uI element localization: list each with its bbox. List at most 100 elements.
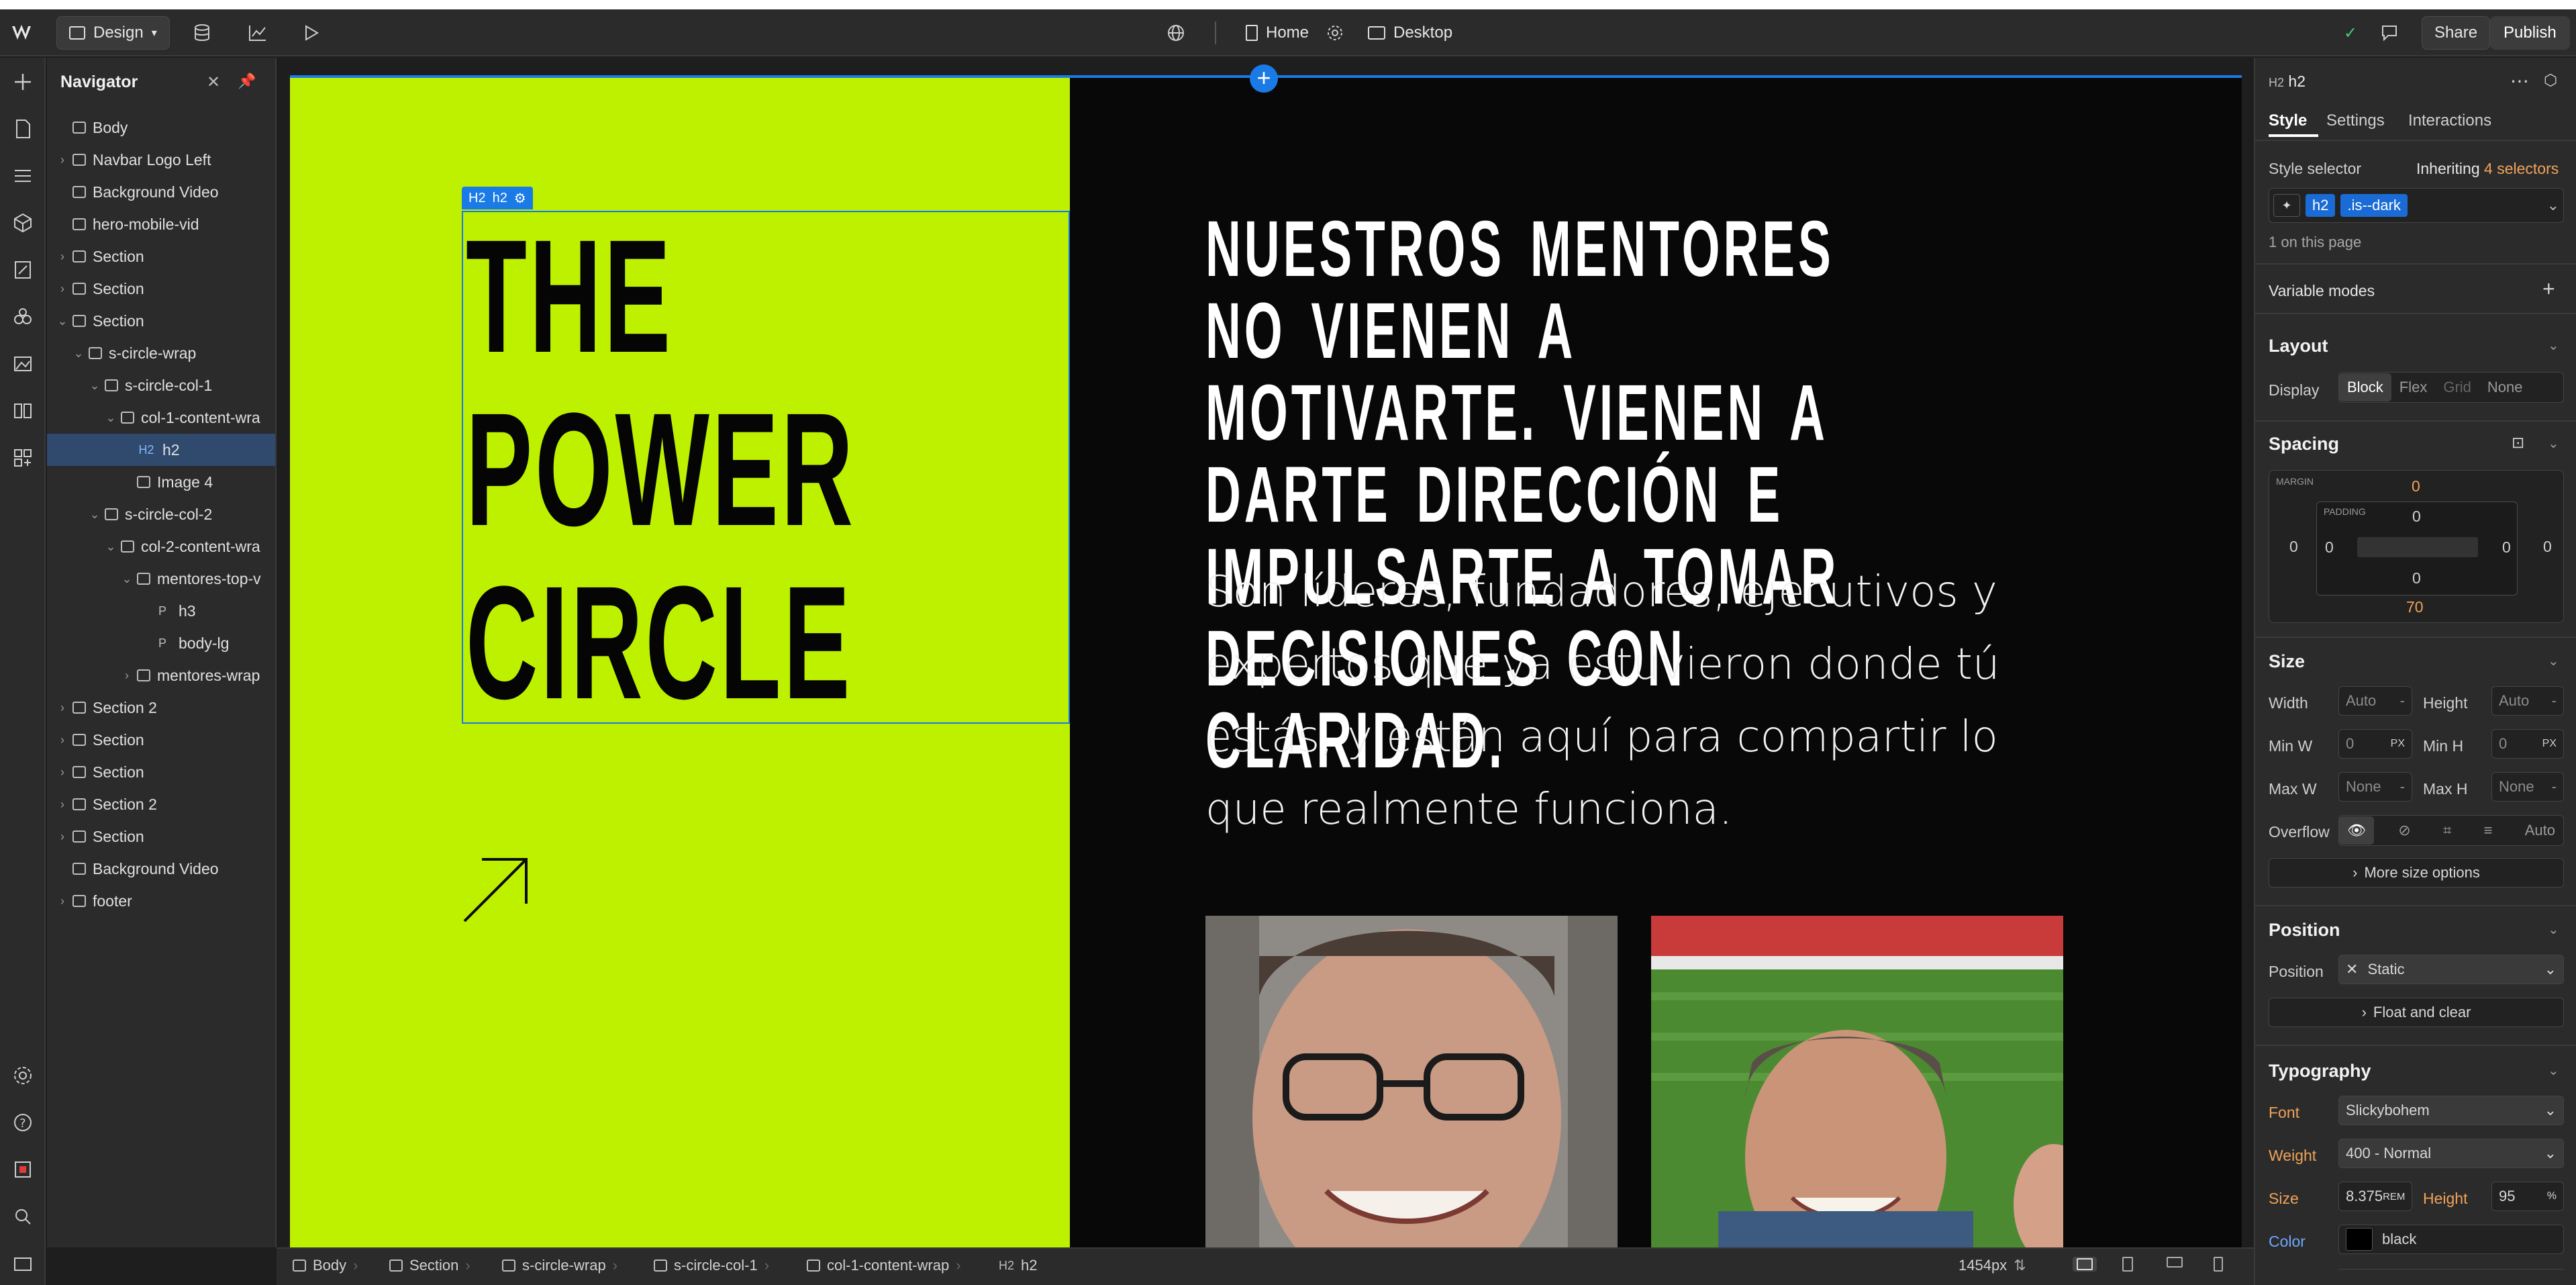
overflow-scroll-icon[interactable]: ≡ bbox=[2476, 822, 2501, 839]
height-input[interactable]: Auto - bbox=[2491, 686, 2564, 716]
tab-settings[interactable]: Settings bbox=[2326, 111, 2385, 130]
padding-left-value[interactable]: 0 bbox=[2325, 538, 2334, 557]
hero-title[interactable]: THE POWER CIRCLE bbox=[466, 209, 853, 729]
breadcrumb-h2[interactable]: H2 h2 bbox=[999, 1257, 1038, 1274]
max-height-input[interactable]: None - bbox=[2491, 772, 2564, 802]
nav-item-footer[interactable]: › footer bbox=[47, 885, 275, 917]
color-input[interactable]: black bbox=[2338, 1225, 2564, 1254]
margin-top-value[interactable]: 0 bbox=[2412, 477, 2420, 495]
nav-item-h3[interactable]: Ph3 bbox=[47, 595, 275, 627]
line-height-input[interactable]: 95% bbox=[2491, 1182, 2564, 1211]
comments-icon[interactable] bbox=[2380, 16, 2399, 50]
nav-item-section[interactable]: › Section bbox=[47, 724, 275, 756]
style-guide-icon[interactable] bbox=[12, 259, 34, 281]
nav-item-body-lg[interactable]: Pbody-lg bbox=[47, 627, 275, 659]
page-settings-gear-icon[interactable] bbox=[1326, 16, 1344, 50]
tablet-breakpoint-icon[interactable] bbox=[2122, 1257, 2133, 1272]
mobile-portrait-breakpoint-icon[interactable] bbox=[2214, 1257, 2223, 1272]
components-icon[interactable] bbox=[12, 212, 34, 234]
overflow-hidden-icon[interactable]: ⊘ bbox=[2390, 822, 2418, 839]
margin-bottom-value[interactable]: 70 bbox=[2406, 598, 2424, 616]
video-tutorials-icon[interactable] bbox=[12, 1253, 34, 1274]
record-icon[interactable] bbox=[12, 1159, 34, 1180]
canvas-width-readout[interactable]: 1454px ⇅ bbox=[1959, 1257, 2026, 1274]
mentor-photo-2[interactable] bbox=[1651, 916, 2063, 1247]
selector-state-icon[interactable]: ✦ bbox=[2273, 194, 2300, 217]
page-selector[interactable]: Home bbox=[1246, 16, 1309, 50]
nav-item-section-2[interactable]: › Section 2 bbox=[47, 788, 275, 820]
more-options-icon[interactable]: ⋯ bbox=[2510, 70, 2529, 92]
analytics-icon[interactable] bbox=[248, 16, 267, 50]
nav-item-section-2[interactable]: › Section 2 bbox=[47, 692, 275, 724]
navigator-icon[interactable] bbox=[12, 165, 34, 187]
nav-item-section[interactable]: › Section bbox=[47, 273, 275, 305]
help-icon[interactable]: ? bbox=[12, 1112, 34, 1133]
mentors-body-text[interactable]: Son líderes, fundadores, ejecutivos y ex… bbox=[1205, 556, 2078, 846]
breadcrumb-body[interactable]: Body › bbox=[293, 1257, 358, 1274]
component-icon[interactable]: ⬡ bbox=[2544, 71, 2557, 89]
desktop-breakpoint-icon[interactable] bbox=[2073, 1257, 2097, 1272]
cms-icon[interactable] bbox=[12, 400, 34, 422]
chevron-down-icon[interactable]: ⌄ bbox=[2547, 197, 2559, 214]
navigator-pin-icon[interactable]: 📌 bbox=[238, 73, 256, 90]
nav-item-mentores-wrap[interactable]: › mentores-wrap bbox=[47, 659, 275, 692]
assets-icon[interactable] bbox=[12, 353, 34, 375]
chevron-down-icon[interactable]: ⌄ bbox=[2548, 337, 2559, 354]
mobile-landscape-breakpoint-icon[interactable] bbox=[2167, 1257, 2183, 1268]
nav-item-background-video[interactable]: Background Video bbox=[47, 176, 275, 208]
nav-item-section[interactable]: › Section bbox=[47, 756, 275, 788]
more-size-options-button[interactable]: › More size options bbox=[2269, 858, 2564, 888]
navigator-close-icon[interactable]: ✕ bbox=[207, 73, 220, 92]
breakpoint-selector[interactable]: Desktop bbox=[1368, 16, 1452, 50]
breadcrumb-s-circle-col-1[interactable]: s-circle-col-1 › bbox=[654, 1257, 769, 1274]
apps-icon[interactable] bbox=[12, 447, 34, 469]
nav-item-body[interactable]: Body bbox=[47, 111, 275, 144]
breadcrumb-s-circle-wrap[interactable]: s-circle-wrap › bbox=[502, 1257, 617, 1274]
position-select[interactable]: ✕ Static ⌄ bbox=[2338, 955, 2564, 984]
breadcrumb-col-1-content-wrap[interactable]: col-1-content-wrap › bbox=[807, 1257, 961, 1274]
display-none-option[interactable]: None bbox=[2479, 379, 2531, 396]
min-height-input[interactable]: 0 PX bbox=[2491, 729, 2564, 759]
spacing-section-title[interactable]: Spacing bbox=[2269, 434, 2339, 455]
width-input[interactable]: Auto - bbox=[2338, 686, 2412, 716]
position-section-title[interactable]: Position bbox=[2269, 920, 2340, 941]
display-grid-option[interactable]: Grid bbox=[2435, 379, 2479, 396]
padding-top-value[interactable]: 0 bbox=[2412, 508, 2421, 526]
add-elements-icon[interactable] bbox=[12, 71, 34, 93]
element-settings-gear-icon[interactable]: ⚙ bbox=[514, 190, 526, 207]
chevron-down-icon[interactable]: ⌄ bbox=[2548, 653, 2559, 669]
add-variable-mode-icon[interactable]: + bbox=[2542, 277, 2555, 301]
nav-item-section[interactable]: › Section bbox=[47, 240, 275, 273]
nav-item-hero-mobile-vid[interactable]: hero-mobile-vid bbox=[47, 208, 275, 240]
overflow-clip-icon[interactable]: ⌗ bbox=[2435, 822, 2459, 839]
publish-button[interactable]: Publish bbox=[2490, 16, 2570, 50]
float-and-clear-button[interactable]: › Float and clear bbox=[2269, 998, 2564, 1027]
chevron-down-icon[interactable]: ⌄ bbox=[2548, 435, 2559, 452]
nav-item-s-circle-col-1[interactable]: ⌄ s-circle-col-1 bbox=[47, 369, 275, 401]
min-width-input[interactable]: 0 PX bbox=[2338, 729, 2412, 759]
margin-left-value[interactable]: 0 bbox=[2289, 538, 2298, 556]
selector-chip-is-dark[interactable]: .is--dark bbox=[2340, 194, 2408, 217]
max-width-input[interactable]: None - bbox=[2338, 772, 2412, 802]
spacing-presets-icon[interactable]: ⊡ bbox=[2512, 434, 2524, 452]
chevron-down-icon[interactable]: ⌄ bbox=[2548, 1062, 2559, 1079]
database-icon[interactable] bbox=[193, 16, 211, 50]
nav-item-col-2-content-wrap[interactable]: ⌄ col-2-content-wra bbox=[47, 530, 275, 563]
nav-item-h2-selected[interactable]: H2 h2 bbox=[47, 434, 275, 466]
preview-play-icon[interactable] bbox=[303, 16, 319, 50]
tab-style[interactable]: Style bbox=[2269, 111, 2307, 130]
chevron-down-icon[interactable]: ⌄ bbox=[2548, 921, 2559, 938]
display-flex-option[interactable]: Flex bbox=[2391, 379, 2436, 396]
design-mode-button[interactable]: Design ▾ bbox=[56, 16, 170, 50]
overflow-auto-option[interactable]: Auto bbox=[2517, 822, 2563, 839]
selector-chip-h2[interactable]: h2 bbox=[2306, 194, 2336, 217]
padding-right-value[interactable]: 0 bbox=[2502, 538, 2511, 557]
search-icon[interactable] bbox=[12, 1206, 34, 1227]
size-section-title[interactable]: Size bbox=[2269, 651, 2305, 672]
text-align-controls[interactable] bbox=[2338, 1269, 2564, 1285]
breadcrumb-section[interactable]: Section › bbox=[389, 1257, 470, 1274]
globe-icon[interactable] bbox=[1167, 16, 1185, 50]
nav-item-section[interactable]: ⌄ Section bbox=[47, 305, 275, 337]
nav-item-col-1-content-wrap[interactable]: ⌄ col-1-content-wra bbox=[47, 401, 275, 434]
nav-item-navbar[interactable]: › Navbar Logo Left bbox=[47, 144, 275, 176]
